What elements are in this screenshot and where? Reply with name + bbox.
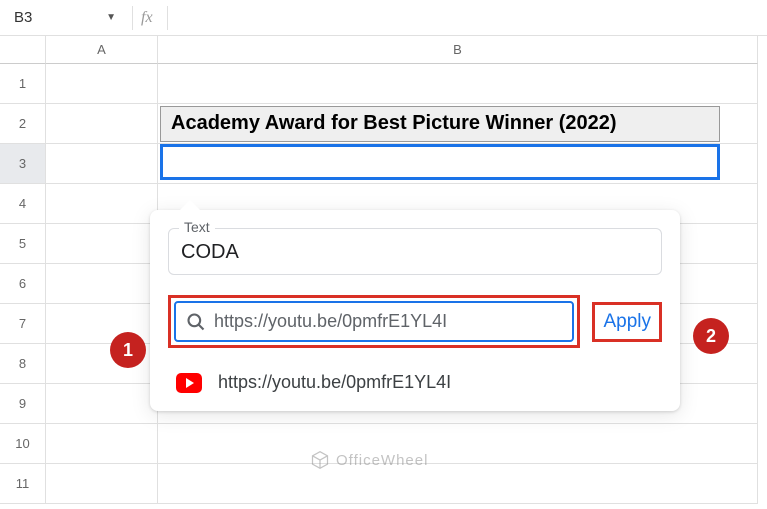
link-url-input[interactable] <box>214 311 562 332</box>
annotation-callout-2: 2 <box>693 318 729 354</box>
row-header[interactable]: 4 <box>0 184 46 224</box>
row-header[interactable]: 10 <box>0 424 46 464</box>
column-header-row: A B <box>0 36 767 64</box>
insert-link-popup: Text CODA Apply https://youtu.be/0pmfrE1… <box>150 210 680 411</box>
row-header[interactable]: 5 <box>0 224 46 264</box>
youtube-icon <box>176 373 202 393</box>
watermark: OfficeWheel <box>310 450 428 470</box>
search-icon <box>186 312 206 332</box>
formula-input[interactable] <box>176 9 763 26</box>
link-row: Apply <box>168 295 662 348</box>
link-input[interactable] <box>174 301 574 342</box>
name-box-value: B3 <box>14 9 32 26</box>
link-suggestion[interactable]: https://youtu.be/0pmfrE1YL4I <box>168 368 662 397</box>
col-header-b[interactable]: B <box>158 36 758 64</box>
row-headers: 1 2 3 4 5 6 7 8 9 10 11 <box>0 64 46 504</box>
watermark-icon <box>310 450 330 470</box>
text-label: Text <box>179 219 215 235</box>
name-box[interactable]: B3 ▼ <box>4 9 124 26</box>
col-header-a[interactable]: A <box>46 36 158 64</box>
divider <box>132 6 133 30</box>
row-header[interactable]: 7 <box>0 304 46 344</box>
caret-down-icon: ▼ <box>106 12 116 23</box>
watermark-text: OfficeWheel <box>336 452 428 469</box>
row-header[interactable]: 8 <box>0 344 46 384</box>
row-header[interactable]: 1 <box>0 64 46 104</box>
link-input-highlight <box>168 295 580 348</box>
formula-bar-row: B3 ▼ fx <box>0 0 767 36</box>
divider <box>167 6 168 30</box>
text-value: CODA <box>181 241 649 264</box>
row-header[interactable]: 2 <box>0 104 46 144</box>
select-all-corner[interactable] <box>0 36 46 64</box>
cell-b3-selected[interactable] <box>160 144 720 180</box>
annotation-callout-1: 1 <box>110 332 146 368</box>
row-header[interactable]: 11 <box>0 464 46 504</box>
suggestion-text: https://youtu.be/0pmfrE1YL4I <box>218 372 451 393</box>
row-header[interactable]: 6 <box>0 264 46 304</box>
apply-button[interactable]: Apply <box>603 311 651 332</box>
fx-label: fx <box>141 9 153 27</box>
text-field-group[interactable]: Text CODA <box>168 228 662 275</box>
row-header[interactable]: 3 <box>0 144 46 184</box>
cell-b2[interactable]: Academy Award for Best Picture Winner (2… <box>160 106 720 142</box>
apply-highlight: Apply <box>592 302 662 342</box>
row-header[interactable]: 9 <box>0 384 46 424</box>
